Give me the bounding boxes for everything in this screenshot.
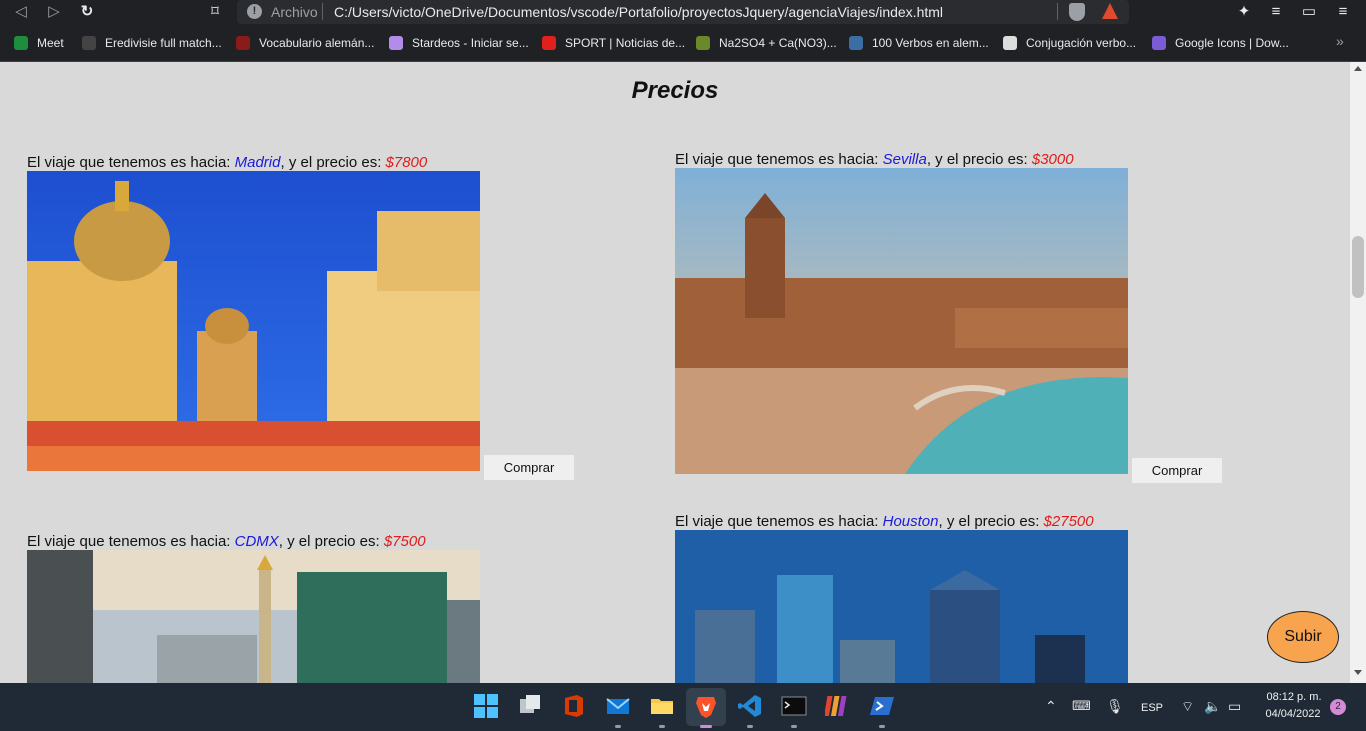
explorer-running-indicator <box>659 725 665 728</box>
trip-price: $3000 <box>1031 151 1074 168</box>
bookmarks-bar: Meet Eredivisie full match... Vocabulari… <box>0 24 1366 62</box>
browser-toolbar: ◁ ▷ ↻ ⌑ ! Archivo C:/Users/victo/OneDriv… <box>0 0 1366 24</box>
terminal-running-indicator <box>791 725 797 728</box>
trip-info-houston: El viaje que tenemos es hacia: Houston, … <box>675 513 1094 530</box>
vscode-icon[interactable] <box>737 693 763 719</box>
cdmx-image <box>27 550 480 683</box>
windows-taskbar: ⌃ ⌨ 🎙 ESP ⌔ 🔈 ▭ 08:12 p. m. 04/04/2022 2 <box>0 683 1366 731</box>
battery-icon[interactable]: ▭ <box>1228 698 1241 715</box>
notification-badge[interactable]: 2 <box>1330 699 1346 715</box>
scroll-top-button[interactable]: Subir <box>1267 611 1339 663</box>
vscode-running-indicator <box>747 725 753 728</box>
page-scrollbar[interactable] <box>1350 62 1366 683</box>
buy-button-madrid[interactable]: Comprar <box>484 455 574 480</box>
eredivisie-icon <box>82 36 96 50</box>
bookmark-vocabulario[interactable]: Vocabulario alemán... <box>236 35 374 51</box>
media-queue-icon[interactable]: ≡ <box>1265 2 1287 22</box>
vocabulario-icon <box>236 36 250 50</box>
buy-button-sevilla[interactable]: Comprar <box>1132 458 1222 483</box>
back-button[interactable]: ◁ <box>10 2 32 22</box>
trip-info-cdmx: El viaje que tenemos es hacia: CDMX, y e… <box>27 533 426 550</box>
bookmark-meet[interactable]: Meet <box>14 35 64 51</box>
wordpress-icon <box>849 36 863 50</box>
menu-icon[interactable]: ≡ <box>1332 2 1354 22</box>
trip-city: Madrid <box>234 154 281 171</box>
terminal-icon[interactable] <box>781 693 807 719</box>
meet-icon <box>14 36 28 50</box>
wallet-icon[interactable]: ▭ <box>1298 2 1320 22</box>
info-icon[interactable]: ! <box>247 4 262 19</box>
start-button[interactable] <box>473 693 499 719</box>
language-indicator[interactable]: ESP <box>1141 702 1163 714</box>
url-divider <box>322 3 323 20</box>
wifi-icon[interactable]: ⌔ <box>1181 698 1194 716</box>
bookmark-google-icons[interactable]: Google Icons | Dow... <box>1152 35 1289 51</box>
trip-info-madrid: El viaje que tenemos es hacia: Madrid, y… <box>27 154 428 171</box>
url-text[interactable]: C:/Users/victo/OneDrive/Documentos/vscod… <box>334 4 943 20</box>
address-bar[interactable]: ! Archivo C:/Users/victo/OneDrive/Docume… <box>237 0 1129 24</box>
brave-running-indicator <box>700 725 712 728</box>
forward-button[interactable]: ▷ <box>43 2 65 22</box>
bookmark-conjugacion[interactable]: Conjugación verbo... <box>1003 35 1136 51</box>
bookmark-chemistry[interactable]: Na2SO4 + Ca(NO3)... <box>696 35 837 51</box>
reload-button[interactable]: ↻ <box>76 2 98 22</box>
more-bookmarks-button[interactable]: » <box>1336 33 1344 49</box>
url-divider-right <box>1057 3 1058 20</box>
mail-icon[interactable] <box>605 693 631 719</box>
volume-icon[interactable]: 🔈 <box>1204 698 1221 715</box>
page-content: Precios El viaje que tenemos es hacia: M… <box>0 62 1350 683</box>
bookmark-verbos[interactable]: 100 Verbos en alem... <box>849 35 989 51</box>
trip-city: CDMX <box>234 533 279 550</box>
page-title: Precios <box>631 77 719 104</box>
extensions-icon[interactable]: ✦ <box>1233 2 1255 22</box>
brave-shield-icon[interactable] <box>1069 3 1085 21</box>
file-explorer-icon[interactable] <box>649 693 675 719</box>
bookmark-icon[interactable]: ⌑ <box>204 2 226 22</box>
mail-running-indicator <box>615 725 621 728</box>
google-icons-icon <box>1152 36 1166 50</box>
chemistry-icon <box>696 36 710 50</box>
stardeos-icon <box>389 36 403 50</box>
trip-info-sevilla: El viaje que tenemos es hacia: Sevilla, … <box>675 151 1074 168</box>
conjugacion-icon <box>1003 36 1017 50</box>
clock-date[interactable]: 04/04/2022 <box>1258 708 1328 720</box>
show-hidden-icons-chevron-icon[interactable]: ⌃ <box>1045 698 1057 715</box>
scroll-up-arrow-icon[interactable] <box>1354 66 1362 71</box>
sport-icon <box>542 36 556 50</box>
powershell-running-indicator <box>879 725 885 728</box>
bookmark-stardeos[interactable]: Stardeos - Iniciar se... <box>389 35 529 51</box>
keyboard-icon[interactable]: ⌨ <box>1072 698 1091 714</box>
brave-rewards-icon[interactable] <box>1102 3 1118 19</box>
trip-price: $7800 <box>385 154 428 171</box>
houston-image <box>675 530 1128 683</box>
trip-city: Houston <box>882 513 939 530</box>
winrar-icon[interactable] <box>823 693 851 719</box>
trip-price: $7500 <box>383 533 426 550</box>
clock-time[interactable]: 08:12 p. m. <box>1262 691 1326 703</box>
powershell-icon[interactable] <box>869 693 895 719</box>
bookmark-sport[interactable]: SPORT | Noticias de... <box>542 35 685 51</box>
microphone-icon[interactable]: 🎙 <box>1106 698 1124 715</box>
bookmark-eredivisie[interactable]: Eredivisie full match... <box>82 35 222 51</box>
office-icon[interactable] <box>561 693 587 719</box>
scroll-down-arrow-icon[interactable] <box>1354 670 1362 675</box>
url-scheme-label: Archivo <box>271 4 318 20</box>
trip-city: Sevilla <box>882 151 927 168</box>
task-view-icon[interactable] <box>517 693 543 719</box>
sevilla-image <box>675 168 1128 474</box>
trip-price: $27500 <box>1043 513 1094 530</box>
scrollbar-thumb[interactable] <box>1352 236 1364 298</box>
brave-browser-icon[interactable] <box>693 693 719 719</box>
madrid-image <box>27 171 480 471</box>
